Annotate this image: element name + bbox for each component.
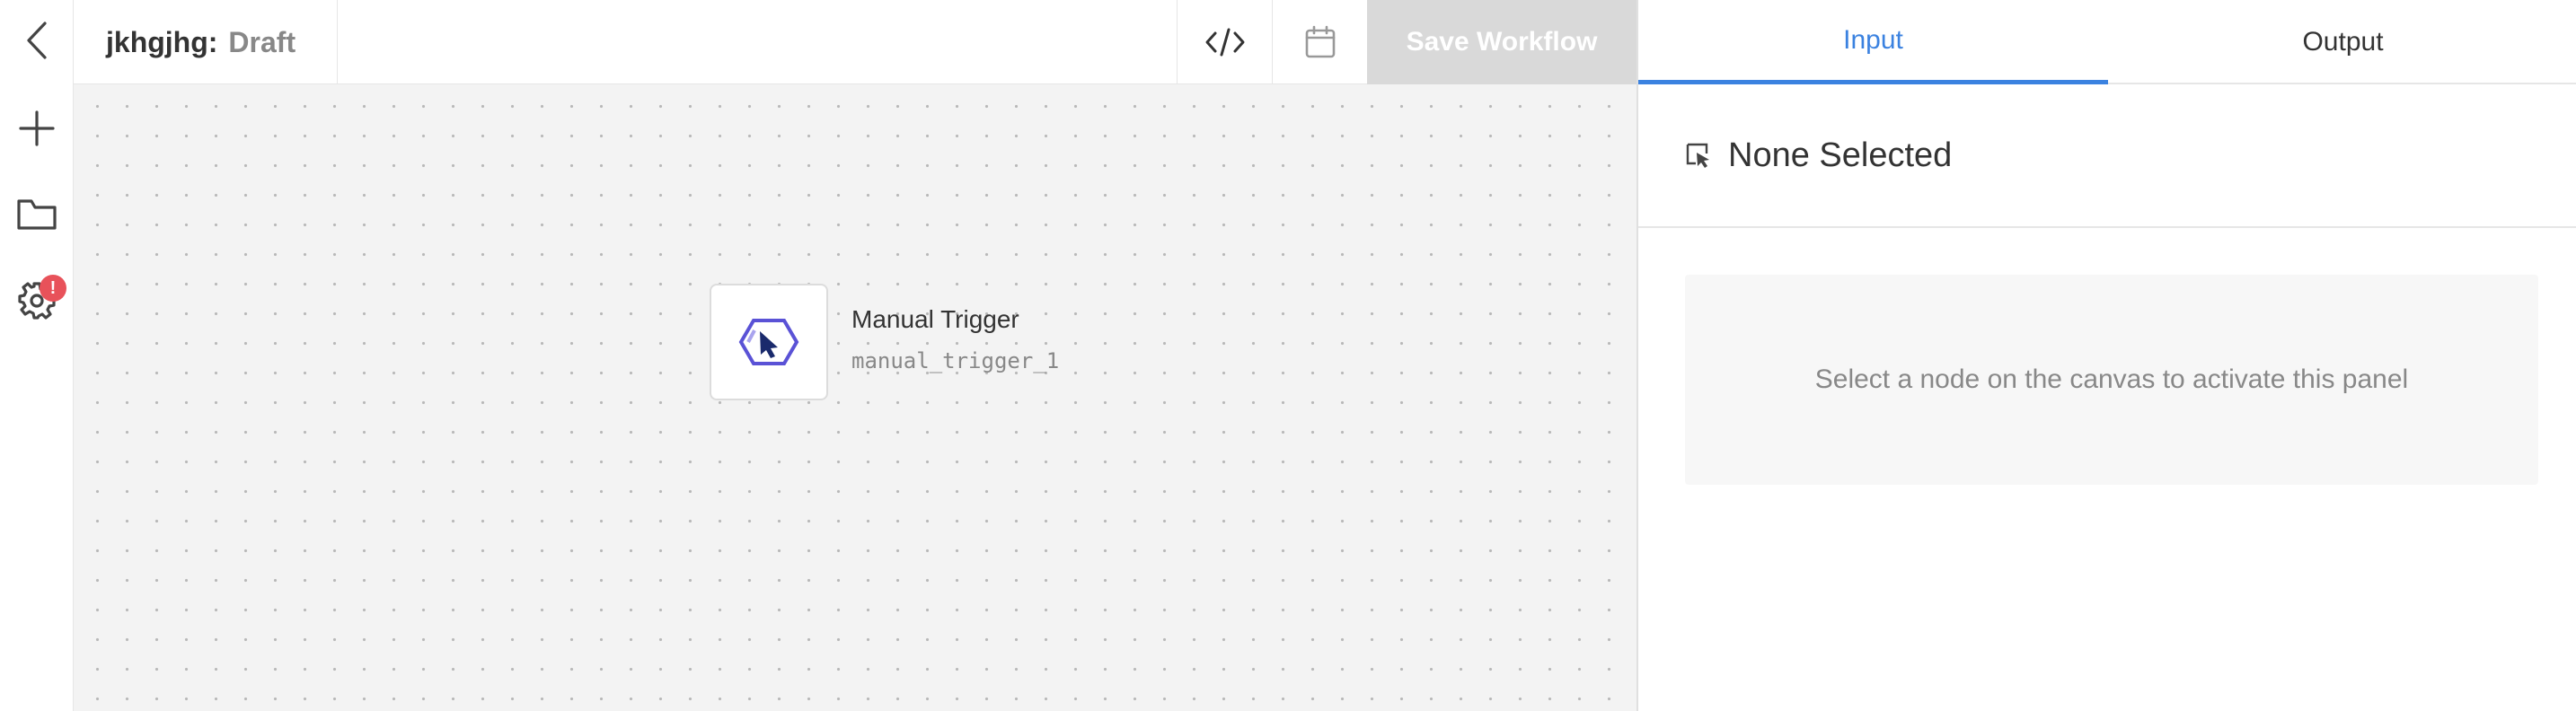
schedule-button[interactable]: [1272, 0, 1367, 84]
panel-tabs: Input Output: [1638, 0, 2576, 84]
empty-state-message: Select a node on the canvas to activate …: [1685, 275, 2538, 485]
node-details-panel: Input Output None Selected Select a node…: [1636, 0, 2576, 711]
workflow-name: jkhgjhg:: [106, 25, 218, 58]
workflow-status: Draft: [228, 25, 296, 58]
folder-icon: [17, 199, 57, 230]
manual-trigger-icon: [738, 319, 799, 365]
top-bar: jkhgjhg: Draft Save Workflow: [74, 0, 1636, 84]
selection-title: None Selected: [1728, 136, 1953, 174]
select-cursor-icon: [1686, 143, 1709, 168]
tab-input[interactable]: Input: [1638, 0, 2108, 84]
save-workflow-button[interactable]: Save Workflow: [1367, 0, 1636, 84]
left-sidebar: !: [0, 0, 74, 711]
code-icon: [1205, 28, 1244, 57]
chevron-left-icon: [27, 22, 47, 59]
workflow-canvas[interactable]: Manual Trigger manual_trigger_1: [74, 84, 1636, 711]
node-title: Manual Trigger: [851, 305, 1019, 333]
open-folder-button[interactable]: [0, 178, 74, 251]
plus-icon: [19, 110, 55, 146]
back-button[interactable]: [0, 4, 74, 77]
node-id: manual_trigger_1: [851, 348, 1060, 373]
settings-button[interactable]: [0, 264, 74, 338]
calendar-icon: [1305, 25, 1335, 58]
workflow-node[interactable]: [710, 284, 828, 400]
add-button[interactable]: [0, 92, 74, 165]
settings-alert-badge: !: [40, 275, 66, 302]
code-view-button[interactable]: [1177, 0, 1272, 84]
tab-output[interactable]: Output: [2108, 0, 2576, 84]
workflow-title[interactable]: jkhgjhg: Draft: [74, 0, 338, 84]
selection-header: None Selected: [1638, 84, 2576, 228]
